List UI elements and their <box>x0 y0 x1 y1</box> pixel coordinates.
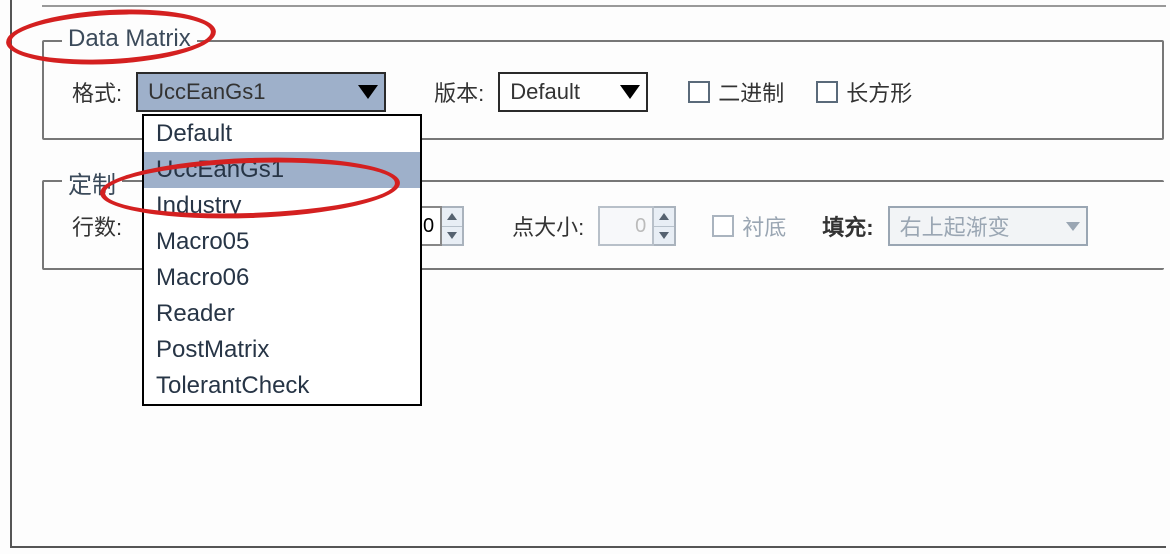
checkbox-box-icon <box>712 215 734 237</box>
datamatrix-row: 格式: UccEanGs1 版本: Default 二进制 长方形 <box>72 72 912 112</box>
dotsize-label: 点大小: <box>512 210 584 242</box>
format-option[interactable]: TolerantCheck <box>144 368 420 404</box>
divider <box>42 5 1166 7</box>
format-option[interactable]: UccEanGs1 <box>144 152 420 188</box>
dotsize-input <box>598 206 654 246</box>
rectangle-checkbox[interactable]: 长方形 <box>816 76 912 108</box>
checkbox-box-icon <box>816 81 838 103</box>
chevron-down-icon <box>358 85 378 99</box>
format-option[interactable]: Macro05 <box>144 224 420 260</box>
dotsize-step-up[interactable] <box>654 208 674 226</box>
dotsize-step-down[interactable] <box>654 226 674 245</box>
format-dropdown[interactable]: DefaultUccEanGs1IndustryMacro05Macro06Re… <box>142 114 422 406</box>
format-combobox[interactable]: UccEanGs1 <box>136 72 386 112</box>
format-option[interactable]: Default <box>144 116 420 152</box>
version-label: 版本: <box>434 76 484 108</box>
rectangle-label: 长方形 <box>846 76 912 108</box>
rows-label: 行数: <box>72 210 122 242</box>
settings-panel: Data Matrix 格式: UccEanGs1 版本: Default 二进… <box>10 0 1166 548</box>
format-label: 格式: <box>72 76 122 108</box>
underlay-checkbox[interactable]: 衬底 <box>712 210 786 242</box>
chevron-down-icon <box>620 85 640 99</box>
binary-checkbox[interactable]: 二进制 <box>688 76 784 108</box>
format-option[interactable]: Macro06 <box>144 260 420 296</box>
fill-combobox[interactable]: 右上起渐变 <box>888 206 1088 246</box>
version-value: Default <box>510 79 580 105</box>
fill-value: 右上起渐变 <box>900 210 1010 242</box>
format-option[interactable]: Industry <box>144 188 420 224</box>
chevron-down-icon <box>1066 222 1080 231</box>
binary-label: 二进制 <box>718 76 784 108</box>
checkbox-box-icon <box>688 81 710 103</box>
chevron-up-icon <box>659 213 669 220</box>
fill-label: 填充: <box>822 210 873 242</box>
format-option[interactable]: Reader <box>144 296 420 332</box>
custom-title: 定制 <box>62 165 122 200</box>
chevron-up-icon <box>447 213 457 220</box>
format-option[interactable]: PostMatrix <box>144 332 420 368</box>
rows-step-down[interactable] <box>442 226 462 245</box>
dotsize-spinner[interactable] <box>598 206 676 246</box>
underlay-label: 衬底 <box>742 210 786 242</box>
datamatrix-title: Data Matrix <box>62 25 197 53</box>
chevron-down-icon <box>659 232 669 239</box>
chevron-down-icon <box>447 232 457 239</box>
format-value: UccEanGs1 <box>148 79 265 105</box>
rows-step-up[interactable] <box>442 208 462 226</box>
version-combobox[interactable]: Default <box>498 72 648 112</box>
